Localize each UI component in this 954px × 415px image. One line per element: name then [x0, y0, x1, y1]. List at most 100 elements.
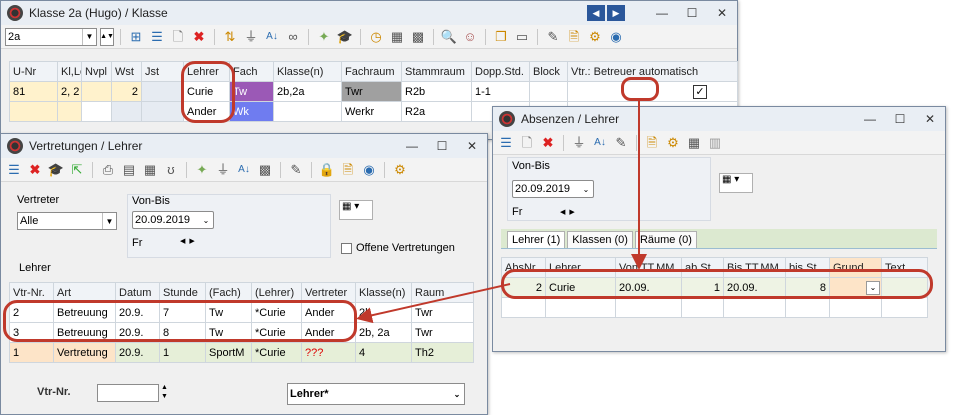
gear-icon[interactable]: ⚙ [391, 161, 409, 179]
col-nvpl[interactable]: Nvpl [81, 61, 112, 82]
cell-lehrer[interactable]: *Curie [251, 302, 302, 323]
window-icon[interactable]: ▭ [513, 28, 531, 46]
cell-abst[interactable]: 1 [681, 277, 724, 298]
cell-bisst[interactable]: 8 [785, 277, 830, 298]
help-icon[interactable]: ◉ [607, 28, 625, 46]
col-stunde[interactable]: Stunde [159, 282, 206, 303]
gear-icon[interactable]: ⚙ [664, 134, 682, 152]
cell-fach[interactable]: Tw [229, 81, 274, 102]
cell-klassen[interactable]: 2b [355, 302, 412, 323]
graduation-cap-icon[interactable]: 🎓 [336, 28, 354, 46]
magic-wand-icon[interactable]: ✦ [315, 28, 333, 46]
cell-vertreter[interactable]: Ander [301, 302, 356, 323]
col-wst[interactable]: Wst [111, 61, 142, 82]
table-row[interactable]: 2 Betreuung 20.9. 7 Tw *Curie Ander 2b T… [9, 302, 474, 323]
stethoscope-icon[interactable]: ʊ [162, 161, 180, 179]
cell-datum[interactable]: 20.9. [115, 302, 160, 323]
users-icon[interactable]: ☺ [461, 28, 479, 46]
col-lehrer[interactable]: Lehrer [183, 61, 230, 82]
checkbox-icon[interactable] [341, 242, 352, 254]
cell-bis[interactable]: 20.09. [723, 277, 786, 298]
col-absnr[interactable]: AbsNr. [501, 257, 546, 278]
sort-az-icon[interactable]: A↓ [591, 134, 609, 152]
calendar-button[interactable]: ▦ ▾ [719, 173, 753, 193]
filter-icon[interactable]: ⏚ [214, 161, 232, 179]
class-select[interactable]: 2a ▼ [5, 27, 97, 46]
delete-icon[interactable]: ✖ [539, 134, 557, 152]
delete-icon[interactable]: ✖ [26, 161, 44, 179]
cell-von[interactable]: 20.09. [615, 277, 682, 298]
chevron-down-icon[interactable]: ⌄ [866, 280, 880, 295]
calendar-icon[interactable]: ▦ [388, 28, 406, 46]
cell-text[interactable] [881, 277, 928, 298]
cell-nr[interactable]: 1 [9, 342, 54, 363]
cell-dopp[interactable]: 1-1 [471, 81, 530, 102]
cell-vtr-betreuer[interactable]: ✓ [567, 81, 738, 102]
col-von[interactable]: Von TT.MM. [615, 257, 682, 278]
col-klassen[interactable]: Klasse(n) [273, 61, 342, 82]
col-raum[interactable]: Raum [411, 282, 474, 303]
cell-nr[interactable]: 3 [9, 322, 54, 343]
offene-vertretungen-checkbox[interactable]: Offene Vertretungen [341, 242, 455, 254]
sort-icon[interactable]: ⇅ [221, 28, 239, 46]
edit-icon[interactable]: ✎ [544, 28, 562, 46]
table-row[interactable]: 81 2, 2 2 Curie Tw 2b,2a Twr R2b 1-1 ✓ [9, 81, 738, 102]
day-stepper[interactable]: ◀▶ [560, 208, 579, 216]
cell-stunde[interactable]: 8 [159, 322, 206, 343]
document-settings-icon[interactable]: 🗎 [643, 134, 661, 152]
col-block[interactable]: Block [529, 61, 568, 82]
maximize-button[interactable]: ☐ [677, 1, 707, 25]
cell-klassen[interactable]: 4 [355, 342, 412, 363]
minimize-button[interactable]: — [855, 107, 885, 131]
cell-absnr[interactable]: 2 [501, 277, 546, 298]
col-jst[interactable]: Jst [141, 61, 184, 82]
cell-raum[interactable]: Twr [411, 302, 474, 323]
col-dopp[interactable]: Dopp.Std. [471, 61, 530, 82]
cell-block[interactable] [529, 81, 568, 102]
cell-fach[interactable]: SportM [205, 342, 252, 363]
cell-lehrer[interactable]: *Curie [251, 342, 302, 363]
table-row[interactable]: 1 Vertretung 20.9. 1 SportM *Curie ??? 4… [9, 342, 474, 363]
link-icon[interactable]: ∞ [284, 28, 302, 46]
cell-vertreter[interactable]: Ander [301, 322, 356, 343]
cell-kl[interactable]: 2, 2 [57, 81, 82, 102]
next-icon[interactable]: ▶ [607, 5, 625, 21]
maximize-button[interactable]: ☐ [427, 134, 457, 158]
element-select[interactable]: Lehrer* ⌄ [287, 383, 465, 405]
list-icon[interactable]: ☰ [5, 161, 23, 179]
close-button[interactable]: ✕ [915, 107, 945, 131]
filter-icon[interactable]: ⏚ [242, 28, 260, 46]
grid-icon[interactable]: ⊞ [127, 28, 145, 46]
cell-stunde[interactable]: 1 [159, 342, 206, 363]
minimize-button[interactable]: — [647, 1, 677, 25]
cell-stammraum[interactable]: R2b [401, 81, 472, 102]
list-icon[interactable]: ☰ [497, 134, 515, 152]
col-kl[interactable]: Kl,Le [57, 61, 82, 82]
edit-icon[interactable]: ✎ [287, 161, 305, 179]
col-fach[interactable]: Fach [229, 61, 274, 82]
date-picker[interactable]: 20.09.2019 ⌄ [512, 180, 594, 198]
cell-lehrer[interactable]: Curie [545, 277, 616, 298]
lock-icon[interactable]: 🔒 [318, 161, 336, 179]
col-lehrer[interactable]: Lehrer [545, 257, 616, 278]
cell-jst[interactable] [141, 81, 184, 102]
grid-view-icon[interactable]: ▩ [256, 161, 274, 179]
cell-fach[interactable]: Wk [229, 101, 274, 122]
cell-klassen[interactable]: 2b, 2a [355, 322, 412, 343]
col-stammraum[interactable]: Stammraum [401, 61, 472, 82]
cell-klassen[interactable]: 2b,2a [273, 81, 342, 102]
gear-icon[interactable]: ⚙ [586, 28, 604, 46]
magic-wand-icon[interactable]: ✦ [193, 161, 211, 179]
chart-icon[interactable]: ▥ [706, 134, 724, 152]
col-vtrnr[interactable]: Vtr-Nr. [9, 282, 54, 303]
calculator-icon[interactable]: ▦ [141, 161, 159, 179]
col-grund[interactable]: Grund [829, 257, 882, 278]
copy-icon[interactable]: ❐ [492, 28, 510, 46]
cell-raum[interactable]: Th2 [411, 342, 474, 363]
filter-icon[interactable]: ⏚ [570, 134, 588, 152]
col-vtr-betreuer[interactable]: Vtr.: Betreuer automatisch [567, 61, 738, 82]
col-bisst[interactable]: bis St. [785, 257, 830, 278]
table-row[interactable]: 3 Betreuung 20.9. 8 Tw *Curie Ander 2b, … [9, 322, 474, 343]
help-icon[interactable]: ◉ [360, 161, 378, 179]
tab-raeume[interactable]: Räume (0) [634, 231, 697, 248]
